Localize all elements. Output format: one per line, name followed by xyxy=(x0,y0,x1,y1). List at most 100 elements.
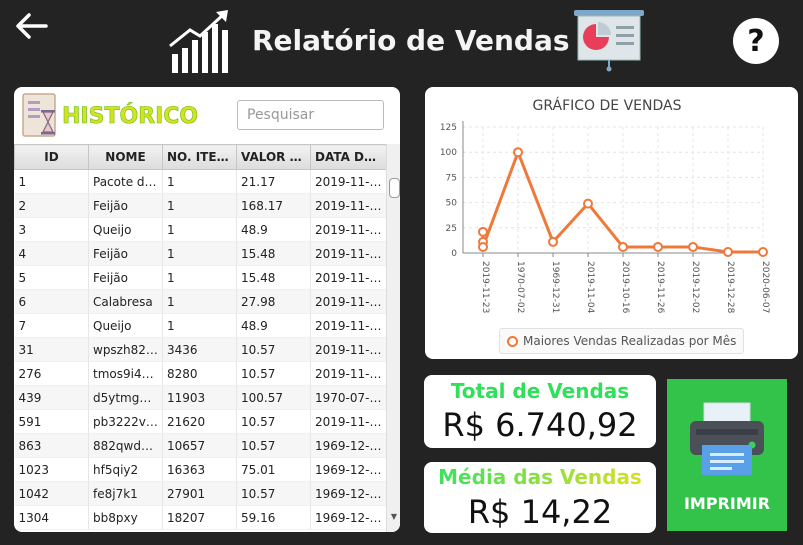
table-cell: tmos9i4mc xyxy=(88,361,163,386)
column-header-id[interactable]: ID xyxy=(14,144,89,170)
table-cell: 10.57 xyxy=(236,433,311,458)
average-sales-value: R$ 14,22 xyxy=(467,493,613,531)
chart-panel: GRÁFICO DE VENDAS 0 25 50 75 100 125 2019-11-2… xyxy=(425,87,798,359)
y-tick-label: 0 xyxy=(451,249,457,259)
page-title: Relatório de Vendas xyxy=(252,24,570,57)
table-row[interactable]: 1023 hf5qiy2 16363 75.01 1969-12-31 xyxy=(14,457,387,482)
table-cell: 3436 xyxy=(162,337,237,362)
average-sales-card: Média das Vendas R$ 14,22 xyxy=(424,462,656,533)
printer-icon xyxy=(688,399,766,477)
column-header-itens[interactable]: NO. ITENS xyxy=(162,144,237,170)
table-cell: 276 xyxy=(14,361,89,386)
table-row[interactable]: 5 Feijão 1 15.48 2019-11-23 xyxy=(14,265,387,290)
table-row[interactable]: 591pb3222v2v...2162010.572019-11-23 xyxy=(14,409,387,434)
x-tick-label: 1970-07-02 xyxy=(515,261,525,313)
data-point xyxy=(478,241,488,252)
data-point xyxy=(478,226,488,237)
table-cell: 882qwd40... xyxy=(88,433,163,458)
y-tick-label: 125 xyxy=(440,123,457,133)
table-row[interactable]: 439 d5ytmg63... 11903 100.57 1970-07-02 xyxy=(14,385,387,410)
table-scrollbar[interactable]: ▼ xyxy=(386,144,400,532)
table-row[interactable]: 31 wpszh824r 3436 10.57 2019-11-23 xyxy=(14,337,387,362)
table-row[interactable]: 276 tmos9i4mc 8280 10.57 2019-11-23 xyxy=(14,361,387,386)
table-row[interactable]: 4 Feijão 1 15.48 2019-11-23 xyxy=(14,241,387,266)
column-header-nome[interactable]: NOME xyxy=(88,144,163,170)
table-cell: 7 xyxy=(14,313,89,338)
chart-legend: Maiores Vendas Realizadas por Mês xyxy=(499,328,745,354)
y-tick-label: 50 xyxy=(446,199,458,209)
table-cell: 1969-12-31 xyxy=(310,433,387,458)
table-cell: 1 xyxy=(162,241,237,266)
table-cell: 4 xyxy=(14,241,89,266)
arrow-left-icon xyxy=(16,13,48,39)
search-input[interactable] xyxy=(237,100,384,130)
table-row[interactable]: 7 Queijo 1 48.9 2019-11-23 xyxy=(14,313,387,338)
table-cell: 2019-11-23 xyxy=(310,409,387,434)
table-cell: 31 xyxy=(14,337,89,362)
table-row[interactable]: 1304 bb8pxy 18207 59.16 1969-12-31 xyxy=(14,505,387,530)
table-cell: 863 xyxy=(14,433,89,458)
table-cell: bb8pxy xyxy=(88,505,163,530)
table-cell: Feijão xyxy=(88,193,163,218)
table-cell: 2019-11-23 xyxy=(310,241,387,266)
column-header-valor[interactable]: VALOR D... xyxy=(236,144,311,170)
table-header-row: ID NOME NO. ITENS VALOR D... DATA DA ... xyxy=(14,144,387,170)
trend-chart-icon xyxy=(168,8,236,74)
x-tick-label: 2019-11-04 xyxy=(585,261,595,314)
y-tick-label: 25 xyxy=(446,224,457,234)
table-cell: 1969-12-31 xyxy=(310,481,387,506)
column-header-data[interactable]: DATA DA ... xyxy=(310,144,387,170)
table-cell: 10657 xyxy=(162,433,237,458)
table-row[interactable]: 1 Pacote de ... 1 21.17 2019-11-23 xyxy=(14,169,387,194)
table-cell: 1970-07-02 xyxy=(310,385,387,410)
print-label: IMPRIMIR xyxy=(683,494,771,513)
table-cell: 59.16 xyxy=(236,505,311,530)
table-cell: 48.9 xyxy=(236,313,311,338)
average-sales-label: Média das Vendas xyxy=(424,465,656,489)
total-sales-label: Total de Vendas xyxy=(450,379,630,403)
scroll-down-icon[interactable]: ▼ xyxy=(389,512,399,526)
presentation-board-icon xyxy=(572,6,646,72)
table-cell: 3 xyxy=(14,217,89,242)
table-cell: 21620 xyxy=(162,409,237,434)
print-button[interactable]: IMPRIMIR xyxy=(667,379,787,531)
x-tick-label: 2019-12-28 xyxy=(725,261,735,314)
table-cell: 1 xyxy=(162,289,237,314)
table-cell: 591 xyxy=(14,409,89,434)
table-cell: 1304 xyxy=(14,505,89,530)
table-cell: 168.17 xyxy=(236,193,311,218)
data-point xyxy=(583,198,593,209)
table-row[interactable]: 2 Feijão 1 168.17 2019-11-23 xyxy=(14,193,387,218)
x-tick-label: 2019-10-16 xyxy=(620,261,630,314)
help-button[interactable]: ? xyxy=(733,18,779,64)
table-cell: 16363 xyxy=(162,457,237,482)
table-cell: 2019-11-23 xyxy=(310,313,387,338)
legend-marker xyxy=(507,335,518,347)
y-tick-label: 75 xyxy=(446,173,457,183)
table-row[interactable]: 863 882qwd40... 10657 10.57 1969-12-31 xyxy=(14,433,387,458)
table-cell: 15.48 xyxy=(236,265,311,290)
table-cell: 27901 xyxy=(162,481,237,506)
table-cell: 2 xyxy=(14,193,89,218)
table-cell: 10.57 xyxy=(236,481,311,506)
table-row[interactable]: 1042 fe8j7k1 27901 10.57 1969-12-31 xyxy=(14,481,387,506)
table-cell: 1 xyxy=(162,193,237,218)
table-cell: hf5qiy2 xyxy=(88,457,163,482)
total-sales-card: Total de Vendas R$ 6.740,92 xyxy=(424,375,656,448)
table-row[interactable]: 3 Queijo 1 48.9 2019-11-23 xyxy=(14,217,387,242)
table-row[interactable]: 6 Calabresa 1 27.98 2019-11-23 xyxy=(14,289,387,314)
history-document-icon xyxy=(19,92,59,140)
x-tick-label: 2019-11-26 xyxy=(655,261,665,314)
table-cell: pb3222v2v... xyxy=(88,409,163,434)
table-cell: 2019-11-23 xyxy=(310,337,387,362)
scrollbar-thumb[interactable] xyxy=(389,178,400,198)
back-button[interactable] xyxy=(12,8,52,44)
data-point xyxy=(653,241,663,252)
table-cell: Feijão xyxy=(88,241,163,266)
table-cell: d5ytmg63... xyxy=(88,385,163,410)
table-cell: 27.98 xyxy=(236,289,311,314)
history-panel: HISTÓRICO ID NOME NO. ITENS VALOR D... D… xyxy=(14,87,400,532)
table-cell: 1 xyxy=(162,265,237,290)
legend-label: Maiores Vendas Realizadas por Mês xyxy=(523,334,737,348)
table-cell: 48.9 xyxy=(236,217,311,242)
